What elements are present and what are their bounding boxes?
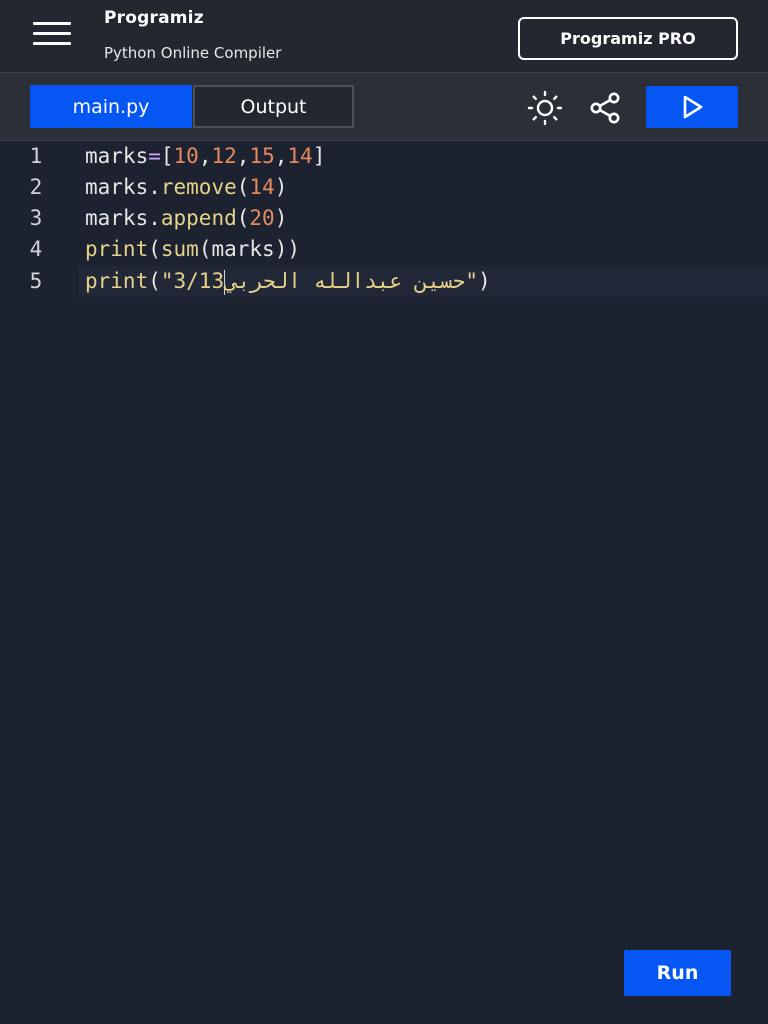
tab-main-py[interactable]: main.py [30,85,192,128]
code-token: = [148,144,161,168]
code-token: 10 [173,144,199,168]
hamburger-bar [33,42,71,45]
code-token: ) [274,206,288,230]
code-line[interactable]: 4 print(sum(marks)) [0,234,768,265]
code-token: حسين عبدالله الحربي [225,269,466,293]
code-token: marks [85,206,149,230]
code-token: print [85,269,149,293]
tab-output[interactable]: Output [193,85,354,128]
line-code[interactable]: marks.remove(14) [79,172,768,203]
brand-subtitle: Python Online Compiler [104,44,282,62]
line-number: 4 [29,237,43,261]
code-token: )) [274,237,300,261]
code-token: " [465,269,478,293]
code-line[interactable]: 1 marks=[10,12,15,14] [0,141,768,172]
brand-logo: Programiz [104,8,204,28]
code-token: 12 [211,144,237,168]
code-token: [ [160,144,174,168]
line-code[interactable]: print(sum(marks)) [79,234,768,265]
code-token: print [85,237,149,261]
hamburger-bar [33,32,71,35]
code-token: . [148,175,161,199]
code-line[interactable]: 3 marks.append(20) [0,203,768,234]
code-token: 20 [249,206,275,230]
hamburger-menu-icon[interactable] [33,22,71,46]
code-token: sum [160,237,199,261]
code-token: marks [85,175,149,199]
code-token: 15 [249,144,275,168]
play-icon [683,95,703,119]
line-code[interactable]: print("3/13حسين عبدالله الحربي") [79,266,768,297]
code-line[interactable]: 2 marks.remove(14) [0,172,768,203]
code-line-active[interactable]: 5 print("3/13حسين عبدالله الحربي") [0,266,768,297]
code-token: . [148,206,161,230]
code-token: ( [198,237,212,261]
line-number: 5 [29,269,43,293]
line-number: 1 [29,144,43,168]
run-button[interactable]: Run [624,950,731,996]
brand[interactable]: Programiz Python Online Compiler [104,8,281,62]
code-token: "3/13 [160,269,225,293]
programiz-pro-button[interactable]: Programiz PRO [518,17,738,60]
run-icon-button[interactable] [646,86,738,128]
code-token: marks [211,237,275,261]
code-token: marks [85,144,149,168]
code-token: ( [148,269,161,293]
line-number: 2 [29,175,43,199]
sun-icon [527,90,563,126]
line-code[interactable]: marks=[10,12,15,14] [79,141,768,172]
code-token: , [198,144,212,168]
theme-toggle-button[interactable] [527,90,563,126]
code-token: 14 [287,144,313,168]
share-button[interactable] [587,90,623,126]
code-token: ) [274,175,288,199]
code-token: , [274,144,288,168]
code-token: 14 [249,175,275,199]
code-token: append [160,206,237,230]
line-number: 3 [29,206,43,230]
share-icon [590,92,620,124]
code-token: remove [160,175,237,199]
hamburger-bar [33,22,71,25]
code-token: ( [148,237,161,261]
code-token: ( [236,175,250,199]
code-token: ] [312,144,326,168]
code-editor[interactable]: 1 marks=[10,12,15,14] 2 marks.remove(14)… [0,141,768,1024]
line-code[interactable]: marks.append(20) [79,203,768,234]
code-token: ( [236,206,250,230]
code-token: , [236,144,250,168]
top-bar: Programiz Python Online Compiler Program… [0,0,768,73]
code-token: ) [477,269,491,293]
